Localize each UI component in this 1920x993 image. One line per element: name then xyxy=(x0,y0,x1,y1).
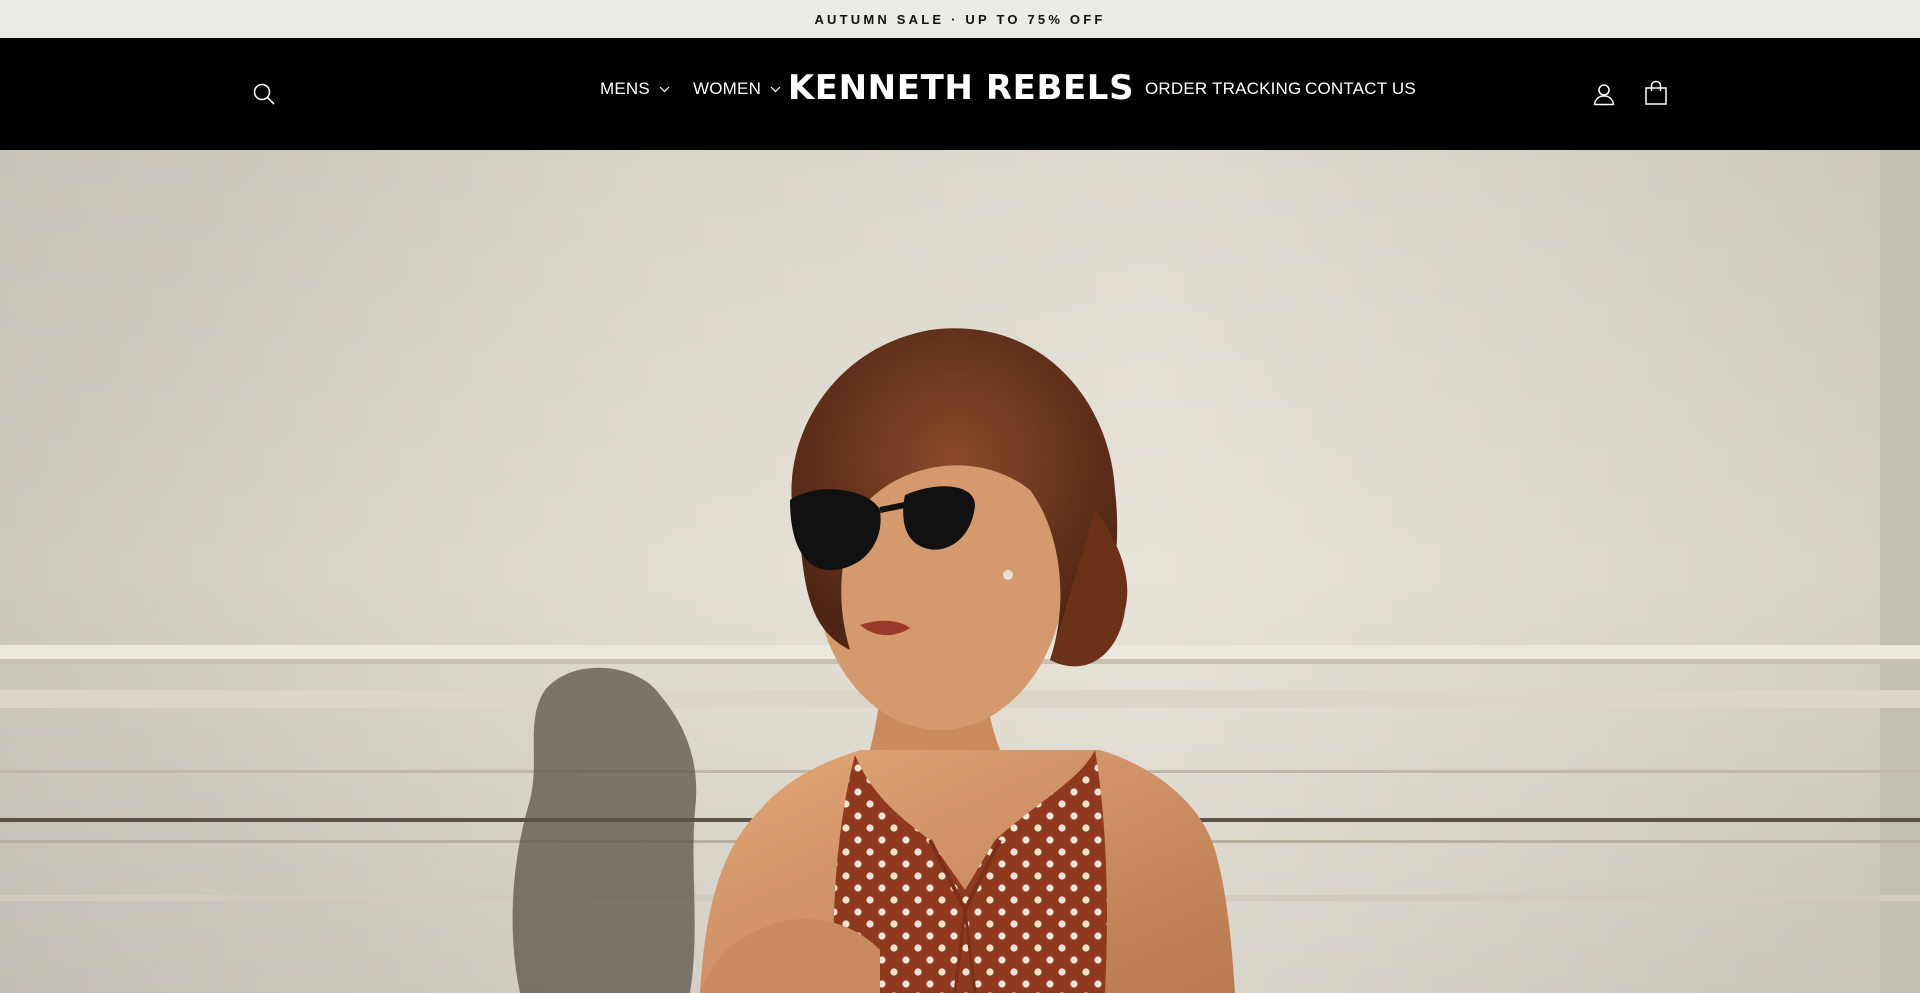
nav-item-mens[interactable]: MENS xyxy=(600,76,670,102)
nav-item-women[interactable]: WOMEN xyxy=(693,76,781,102)
announcement-text: AUTUMN SALE · UP TO 75% OFF xyxy=(814,11,1106,27)
search-icon[interactable] xyxy=(248,78,280,110)
chevron-down-icon xyxy=(659,86,670,93)
nav-item-contact-us[interactable]: CONTACT US xyxy=(1305,76,1416,102)
site-header: MENS WOMEN KENNETH REBELS ORDER TRACKING… xyxy=(0,38,1920,150)
hero-illustration xyxy=(0,150,1920,993)
nav-item-mens-label: MENS xyxy=(600,79,650,98)
hero-image[interactable] xyxy=(0,150,1920,993)
chevron-down-icon xyxy=(770,86,781,93)
nav-item-order-tracking[interactable]: ORDER TRACKING xyxy=(1145,76,1301,102)
nav-item-women-label: WOMEN xyxy=(693,79,762,98)
announcement-bar: AUTUMN SALE · UP TO 75% OFF xyxy=(0,0,1920,38)
shopping-bag-icon[interactable] xyxy=(1640,77,1672,109)
site-logo[interactable]: KENNETH REBELS xyxy=(788,68,1134,108)
user-icon[interactable] xyxy=(1588,78,1620,110)
